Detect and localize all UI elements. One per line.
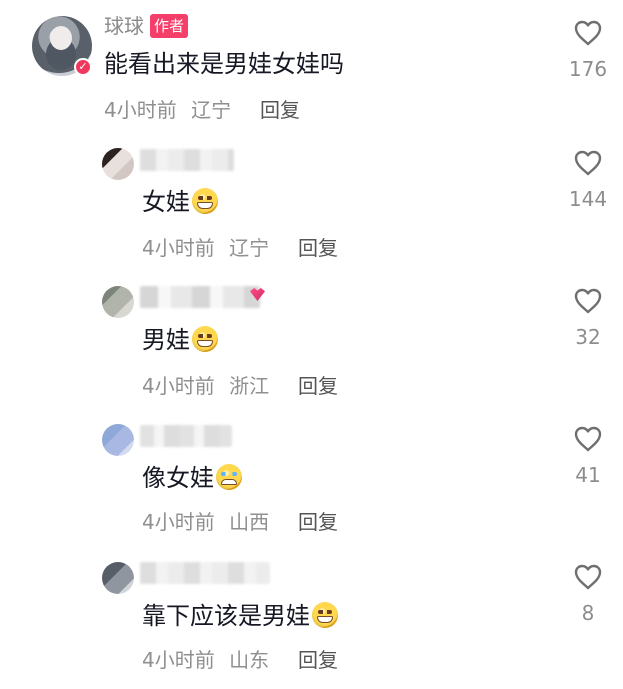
blurred-username — [140, 286, 260, 308]
reply-button[interactable]: 回复 — [260, 98, 300, 122]
like-count: 32 — [575, 325, 601, 349]
comment-location: 山东 — [229, 648, 270, 672]
comment-text: 像女娃 — [142, 462, 242, 494]
like-button[interactable]: 144 — [568, 150, 608, 211]
comment-meta: 4小时前 辽宁 — [104, 98, 231, 122]
comment-location: 浙江 — [229, 374, 270, 398]
heart-icon — [574, 426, 602, 452]
author-badge: 作者 — [150, 14, 188, 38]
comment-location: 辽宁 — [191, 98, 232, 122]
grinning-face-icon — [192, 188, 218, 214]
comment-text-label: 靠下应该是男娃 — [142, 602, 310, 630]
reply-button[interactable]: 回复 — [298, 510, 338, 534]
verified-badge-icon: ✓ — [74, 58, 92, 76]
comment-meta: 4小时前 山西 — [142, 510, 269, 534]
heart-icon — [574, 20, 602, 46]
avatar[interactable] — [102, 148, 134, 180]
grinning-face-icon — [192, 326, 218, 352]
blurred-username — [140, 562, 270, 584]
reply-button[interactable]: 回复 — [298, 236, 338, 260]
comment-location: 山西 — [229, 510, 270, 534]
comment-text: 能看出来是男娃女娃吗 — [104, 50, 344, 78]
heart-icon — [574, 150, 602, 176]
like-count: 176 — [568, 57, 608, 81]
comment-meta: 4小时前 浙江 — [142, 374, 269, 398]
like-count: 8 — [581, 601, 595, 625]
comment-time: 4小时前 — [142, 236, 215, 260]
comment-text-label: 女娃 — [142, 188, 190, 216]
crying-laughing-face-icon — [216, 464, 242, 490]
comment-time: 4小时前 — [142, 648, 215, 672]
comment-text: 男娃 — [142, 324, 218, 356]
reply-button[interactable]: 回复 — [298, 374, 338, 398]
comment-text: 女娃 — [142, 186, 218, 218]
avatar[interactable] — [102, 562, 134, 594]
like-count: 144 — [568, 187, 608, 211]
like-button[interactable]: 41 — [568, 426, 608, 487]
comment-time: 4小时前 — [104, 98, 177, 122]
heart-icon — [574, 288, 602, 314]
reply-button[interactable]: 回复 — [298, 648, 338, 672]
like-button[interactable]: 176 — [568, 20, 608, 81]
comment-meta: 4小时前 山东 — [142, 648, 269, 672]
avatar[interactable] — [102, 424, 134, 456]
comment-location: 辽宁 — [229, 236, 270, 260]
blurred-username — [140, 149, 234, 171]
comment-time: 4小时前 — [142, 374, 215, 398]
comment-text-label: 像女娃 — [142, 464, 214, 492]
username[interactable]: 球球 — [104, 14, 144, 38]
heart-icon — [574, 564, 602, 590]
comment-text-label: 男娃 — [142, 326, 190, 354]
avatar[interactable] — [102, 286, 134, 318]
grinning-face-icon — [312, 602, 338, 628]
like-button[interactable]: 8 — [568, 564, 608, 625]
like-count: 41 — [575, 463, 601, 487]
like-button[interactable]: 32 — [568, 288, 608, 349]
comment-time: 4小时前 — [142, 510, 215, 534]
comment-meta: 4小时前 辽宁 — [142, 236, 269, 260]
comment-text: 靠下应该是男娃 — [142, 600, 338, 632]
blurred-username — [140, 425, 232, 447]
